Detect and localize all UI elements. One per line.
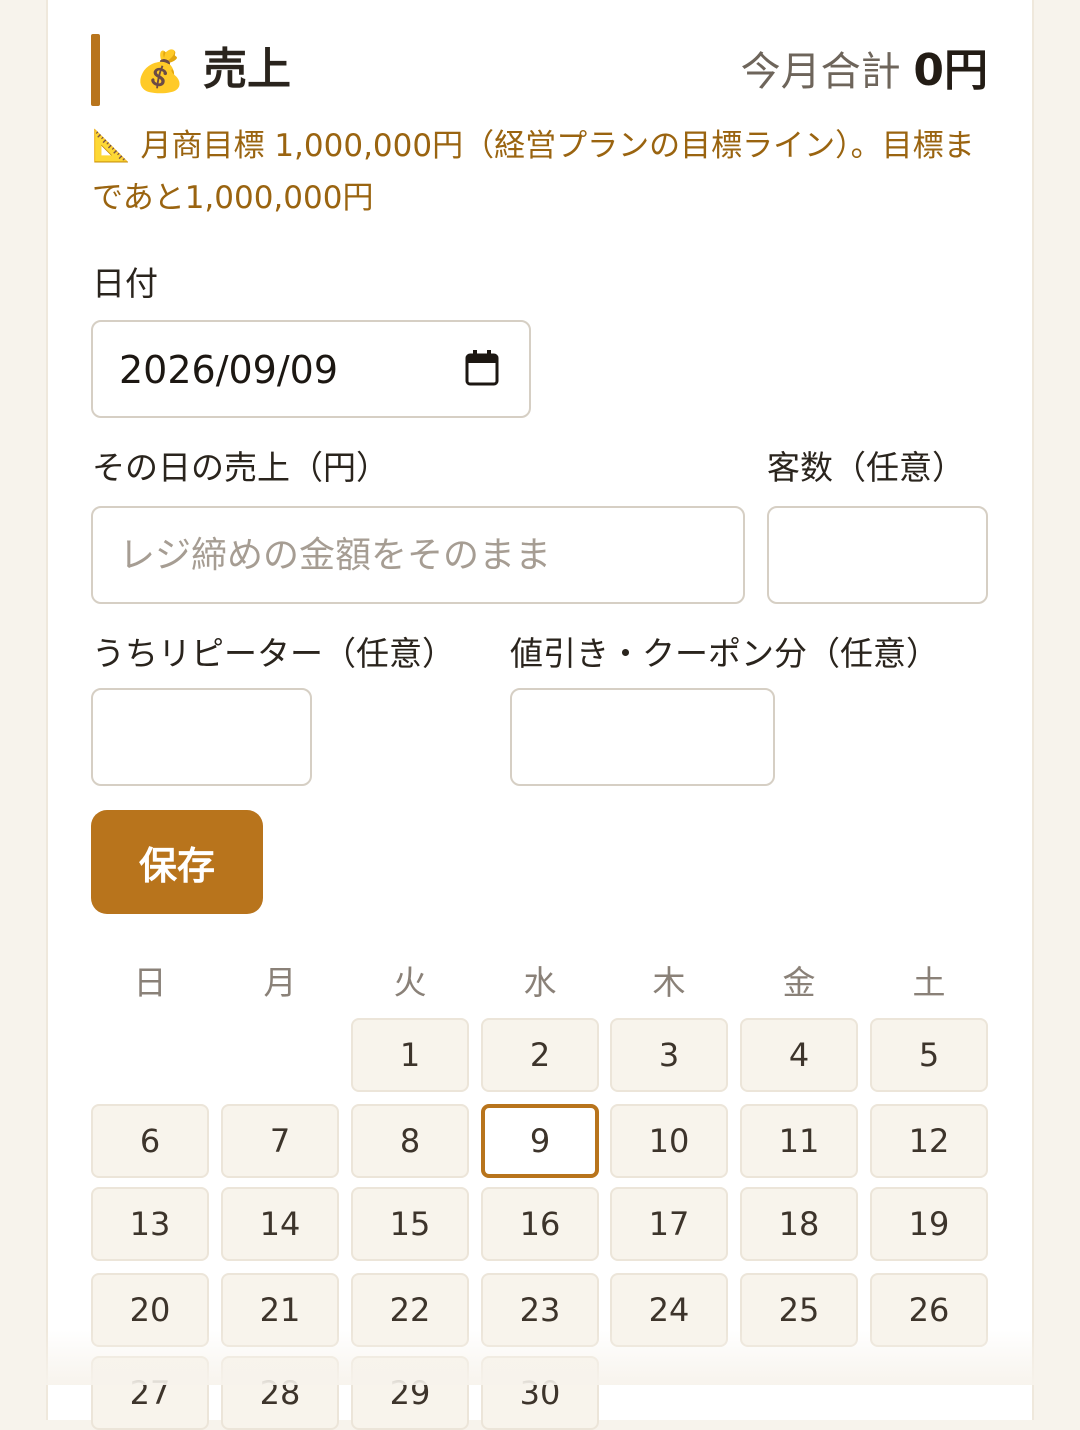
- calendar-day[interactable]: 2: [481, 1018, 599, 1092]
- calendar-day[interactable]: 5: [870, 1018, 988, 1092]
- calendar-day[interactable]: 3: [610, 1018, 728, 1092]
- goal-text: 月商目標 1,000,000円（経営プランの目標ライン）。目標まであと1,000…: [92, 128, 975, 216]
- save-button[interactable]: 保存: [91, 810, 263, 914]
- money-bag-icon: 💰: [135, 49, 185, 95]
- calendar-day[interactable]: 13: [91, 1187, 209, 1261]
- date-value: 2026/09/09: [119, 348, 339, 392]
- calendar-day[interactable]: 11: [740, 1104, 858, 1178]
- calendar-day[interactable]: 14: [221, 1187, 339, 1261]
- calendar-day[interactable]: 18: [740, 1187, 858, 1261]
- calendar-icon[interactable]: [465, 350, 499, 386]
- date-input[interactable]: 2026/09/09: [91, 320, 531, 418]
- weekday-header: 木: [652, 963, 686, 1002]
- repeaters-input[interactable]: [91, 688, 312, 786]
- calendar-day[interactable]: 12: [870, 1104, 988, 1178]
- calendar-day[interactable]: 15: [351, 1187, 469, 1261]
- weekday-header: 金: [782, 963, 816, 1002]
- calendar-day[interactable]: 10: [610, 1104, 728, 1178]
- weekday-header: 水: [523, 963, 557, 1002]
- sales-input-field[interactable]: [93, 508, 743, 602]
- month-total: 今月合計 0円: [741, 46, 988, 97]
- goal-note: 📐 月商目標 1,000,000円（経営プランの目標ライン）。目標まであと1,0…: [92, 120, 982, 224]
- calendar-day[interactable]: 1: [351, 1018, 469, 1092]
- section-header: 💰 売上 今月合計 0円: [91, 34, 988, 106]
- calendar-day[interactable]: 4: [740, 1018, 858, 1092]
- sales-input[interactable]: [91, 506, 745, 604]
- weekday-header: 火: [393, 963, 427, 1002]
- section-title: 売上: [203, 44, 291, 95]
- scroll-fade: [46, 1330, 1034, 1385]
- calendar-day[interactable]: 8: [351, 1104, 469, 1178]
- customers-input[interactable]: [767, 506, 988, 604]
- weekday-header: 日: [133, 963, 167, 1002]
- calendar-day[interactable]: 7: [221, 1104, 339, 1178]
- calendar-day[interactable]: 6: [91, 1104, 209, 1178]
- weekday-header: 土: [912, 963, 946, 1002]
- ruler-icon: 📐: [92, 128, 131, 164]
- discount-input[interactable]: [510, 688, 775, 786]
- month-total-value: 0円: [913, 45, 988, 96]
- month-total-label: 今月合計: [740, 49, 901, 95]
- calendar-day-selected[interactable]: 9: [481, 1104, 599, 1178]
- customers-label: 客数（任意）: [767, 448, 965, 487]
- accent-bar: [91, 34, 100, 106]
- discount-label: 値引き・クーポン分（任意）: [510, 634, 939, 673]
- weekday-header: 月: [263, 963, 297, 1002]
- calendar-day[interactable]: 19: [870, 1187, 988, 1261]
- calendar-day[interactable]: 17: [610, 1187, 728, 1261]
- calendar-day[interactable]: 16: [481, 1187, 599, 1261]
- repeaters-label: うちリピーター（任意）: [92, 634, 455, 673]
- sales-label: その日の売上（円）: [92, 448, 389, 487]
- date-label: 日付: [92, 264, 158, 303]
